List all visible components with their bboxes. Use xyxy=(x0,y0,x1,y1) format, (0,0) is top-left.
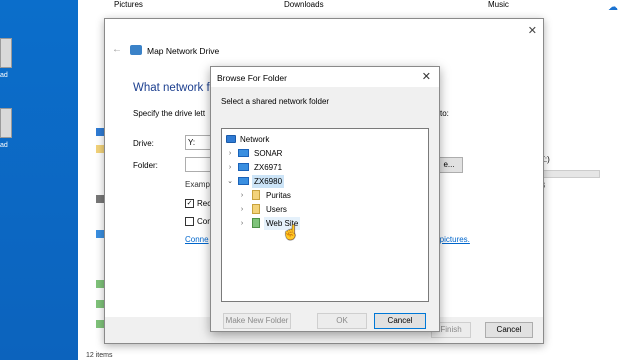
chevron-right-icon[interactable]: › xyxy=(238,217,246,230)
ok-button[interactable]: OK xyxy=(317,313,367,329)
desktop-file-icon[interactable] xyxy=(0,108,12,138)
tree-node-label: SONAR xyxy=(254,149,283,158)
desktop-icon-label: ad xyxy=(0,142,8,149)
folder-icon[interactable] xyxy=(96,128,104,136)
dialog-heading: What network fo xyxy=(133,82,217,94)
dialog-title: Map Network Drive xyxy=(147,46,220,56)
network-icon xyxy=(226,135,236,143)
tree-node-label: ZX6980 xyxy=(252,175,285,188)
back-arrow-icon[interactable]: ← xyxy=(112,44,122,55)
pc-icon[interactable] xyxy=(96,230,104,238)
desktop: ad ad xyxy=(0,0,78,360)
computer-icon xyxy=(238,163,249,171)
drive-select[interactable]: Y: xyxy=(185,135,213,150)
computer-icon xyxy=(238,149,249,157)
hand-cursor-icon: ☝ xyxy=(282,224,300,240)
folder-icon[interactable] xyxy=(96,145,104,153)
shared-folder-icon xyxy=(252,218,260,228)
quick-access-row: Pictures Downloads Music xyxy=(98,0,618,18)
close-icon[interactable]: ✕ xyxy=(422,70,431,83)
chevron-right-icon[interactable]: › xyxy=(226,147,234,160)
dialog-title: Browse For Folder xyxy=(217,73,287,83)
tree-node-label: Network xyxy=(240,135,270,144)
chevron-right-icon[interactable]: › xyxy=(238,189,246,202)
browse-for-folder-dialog: Browse For Folder ✕ Select a shared netw… xyxy=(210,66,440,332)
example-text: Examp xyxy=(185,180,210,189)
cloud-icon: ☁ xyxy=(608,2,618,13)
network-drive-icon xyxy=(130,45,142,55)
music-item[interactable]: Music xyxy=(488,0,509,9)
network-icon[interactable] xyxy=(96,320,104,328)
title-bar: Browse For Folder ✕ xyxy=(211,67,439,87)
chevron-down-icon[interactable]: ⌄ xyxy=(226,175,234,188)
make-new-folder-button[interactable]: Make New Folder xyxy=(223,313,291,329)
close-icon[interactable]: ✕ xyxy=(528,24,537,37)
drive-label: Drive: xyxy=(133,139,154,148)
tree-node-label: Puritas xyxy=(266,191,291,200)
downloads-item[interactable]: Downloads xyxy=(284,0,324,9)
computer-icon xyxy=(238,177,249,185)
network-icon[interactable] xyxy=(96,300,104,308)
cancel-button[interactable]: Cancel xyxy=(485,322,533,338)
chevron-right-icon[interactable]: › xyxy=(226,161,234,174)
tree-node-label: ZX6971 xyxy=(254,163,283,172)
dialog-prompt: Select a shared network folder xyxy=(221,97,330,106)
instruction-text-end: to: xyxy=(440,109,449,118)
credentials-checkbox[interactable] xyxy=(185,217,194,226)
drive-icon[interactable] xyxy=(96,195,104,203)
drive-usage-bar xyxy=(538,170,600,178)
chevron-right-icon[interactable]: › xyxy=(238,203,246,216)
folder-input[interactable] xyxy=(185,157,213,172)
folder-tree[interactable]: Network › SONAR › ZX6971 ⌄ ZX6980 › Puri… xyxy=(221,128,429,302)
folder-label: Folder: xyxy=(133,161,158,170)
status-bar-count: 12 items xyxy=(86,352,113,359)
desktop-file-icon[interactable] xyxy=(0,38,12,68)
cancel-button[interactable]: Cancel xyxy=(374,313,426,329)
network-icon[interactable] xyxy=(96,280,104,288)
tree-node-label: Users xyxy=(266,205,287,214)
navigation-pane xyxy=(78,0,104,350)
pictures-item[interactable]: Pictures xyxy=(114,0,143,9)
desktop-icon-label: ad xyxy=(0,72,8,79)
instruction-text: Specify the drive lett xyxy=(133,109,206,118)
shared-folder-icon xyxy=(252,204,260,214)
shared-folder-icon xyxy=(252,190,260,200)
connect-link[interactable]: Conne xyxy=(185,235,209,244)
reconnect-checkbox[interactable]: ✓ xyxy=(185,199,194,208)
